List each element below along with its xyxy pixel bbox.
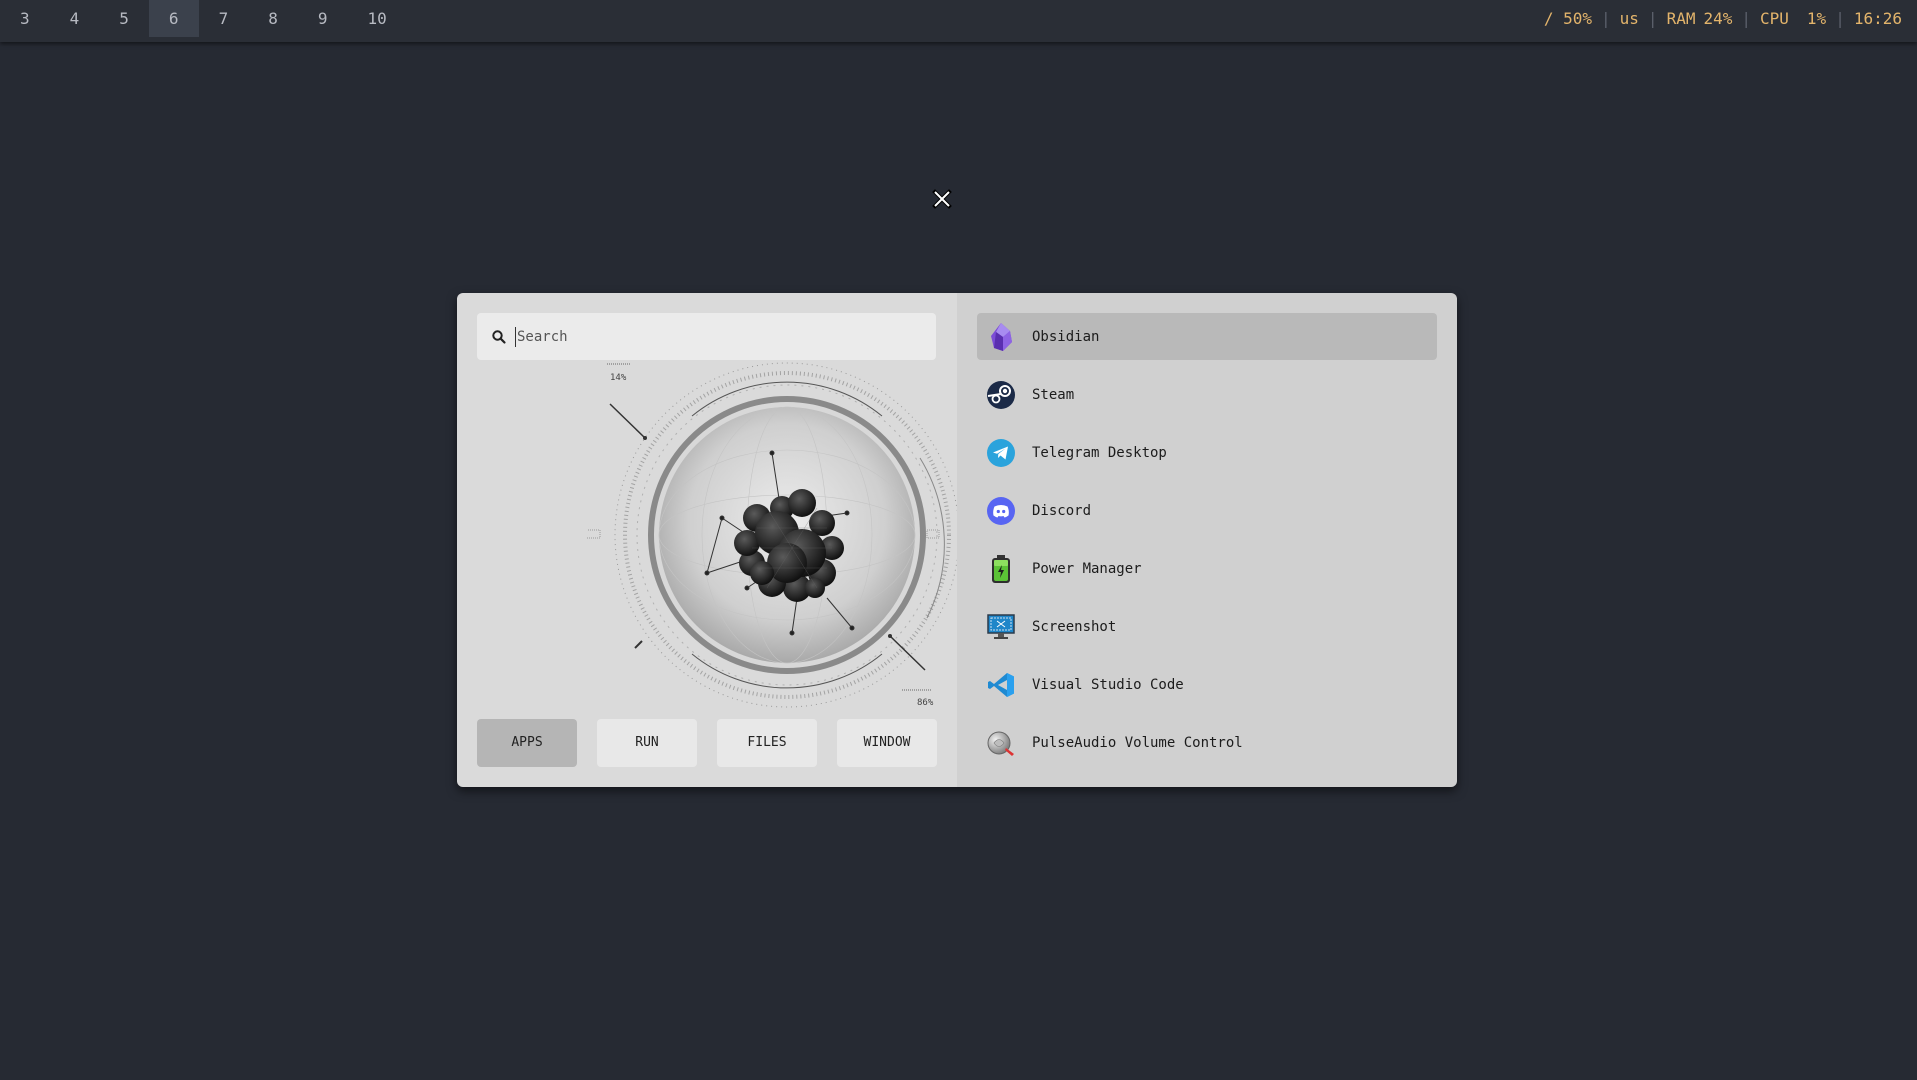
workspace-7[interactable]: 7 [199,0,249,37]
disk-usage: / 50% [1543,9,1593,28]
workspace-switcher: 3 4 5 6 7 8 9 10 [0,0,407,37]
cpu-value: 1% [1806,9,1827,28]
mode-files-button[interactable]: FILES [717,719,817,767]
app-item-screenshot[interactable]: Screenshot [977,603,1437,650]
app-item-label: Power Manager [1032,560,1142,577]
app-item-label: Steam [1032,386,1075,403]
mode-run-button[interactable]: RUN [597,719,697,767]
status-area: / 50% | us | RAM 24% | CPU 1% | 16:26 [1544,0,1902,37]
steam-icon [986,380,1016,410]
search-box[interactable] [477,313,936,360]
screenshot-icon [986,612,1016,642]
discord-icon [986,496,1016,526]
app-item-label: Telegram Desktop [1032,444,1167,461]
hud-top-percent: 14% [610,373,627,383]
separator: | [1741,9,1752,28]
app-item-label: Screenshot [1032,618,1117,635]
workspace-4[interactable]: 4 [50,0,100,37]
app-item-obsidian[interactable]: Obsidian [977,313,1437,360]
separator: | [1601,9,1611,28]
workspace-3[interactable]: 3 [0,0,50,37]
launcher-app-list-pane: Obsidian Steam Telegram Desktop Discord … [957,293,1457,787]
app-item-telegram[interactable]: Telegram Desktop [977,429,1437,476]
workspace-10[interactable]: 10 [347,0,406,37]
clock: 16:26 [1853,9,1902,28]
volume-control-icon [986,728,1016,758]
search-icon [492,329,506,344]
ram-label: RAM [1666,9,1696,28]
separator: | [1647,9,1658,28]
workspace-9[interactable]: 9 [298,0,348,37]
app-launcher: 14% 86% APPS RUN FILES WINDOW [457,293,1457,787]
keyboard-layout[interactable]: us [1620,0,1639,37]
telegram-icon [986,438,1016,468]
top-bar: 3 4 5 6 7 8 9 10 / 50% | us | RAM 24% | … [0,0,1917,42]
app-item-label: Visual Studio Code [1032,676,1184,693]
app-item-label: Discord [1032,502,1092,519]
cpu-label: CPU [1760,9,1789,28]
mode-switcher: APPS RUN FILES WINDOW [477,719,937,767]
hud-bottom-percent: 86% [917,698,934,708]
app-item-steam[interactable]: Steam [977,371,1437,418]
x-cursor-icon [932,189,952,209]
ram-value: 24% [1703,9,1733,28]
mode-window-button[interactable]: WINDOW [837,719,937,767]
search-input[interactable] [515,326,899,347]
vscode-icon [986,670,1016,700]
app-list: Obsidian Steam Telegram Desktop Discord … [977,313,1437,777]
obsidian-icon [986,322,1016,352]
app-item-power-manager[interactable]: Power Manager [977,545,1437,592]
separator: | [1835,9,1845,28]
mode-apps-button[interactable]: APPS [477,719,577,767]
app-item-discord[interactable]: Discord [977,487,1437,534]
app-item-label: Obsidian [1032,328,1100,345]
app-item-label: PulseAudio Volume Control [1032,734,1243,751]
app-item-pulseaudio[interactable]: PulseAudio Volume Control [977,719,1437,766]
workspace-6[interactable]: 6 [148,0,199,37]
workspace-5[interactable]: 5 [99,0,149,37]
launcher-left-pane: 14% 86% APPS RUN FILES WINDOW [457,293,957,787]
hud-sphere-graphic: 14% 86% [587,362,957,708]
battery-icon [986,554,1016,584]
app-item-vscode[interactable]: Visual Studio Code [977,661,1437,708]
workspace-8[interactable]: 8 [248,0,298,37]
